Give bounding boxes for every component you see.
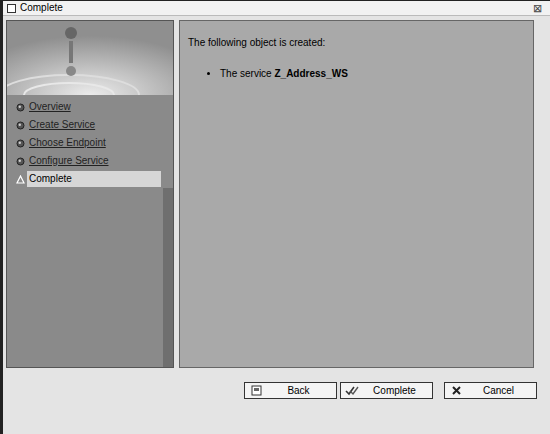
- title-bar: Complete⊠: [3, 1, 550, 16]
- content-heading: The following object is created:: [188, 35, 533, 50]
- wizard-body: Overview Create Service Choose Endpoint Con…: [3, 16, 550, 368]
- created-list: The service Z_Address_WS: [188, 66, 533, 81]
- water-drop-icon: [7, 21, 173, 95]
- step-label: Configure Service: [27, 153, 161, 169]
- step-dot-icon: [13, 157, 27, 166]
- step-list: Overview Create Service Choose Endpoint Con…: [7, 95, 173, 188]
- step-item[interactable]: Overview: [13, 98, 161, 116]
- close-button[interactable]: ⊠: [533, 2, 546, 14]
- button-label: Back: [264, 383, 333, 398]
- step-label: Overview: [27, 99, 161, 115]
- step-label: Choose Endpoint: [27, 135, 161, 151]
- wizard-button[interactable]: Cancel: [444, 382, 537, 399]
- button-label: Complete: [360, 383, 429, 398]
- step-item[interactable]: Choose Endpoint: [13, 134, 161, 152]
- step-item[interactable]: Configure Service: [13, 152, 161, 170]
- window-title: Complete: [20, 2, 533, 14]
- window-icon: [7, 4, 16, 13]
- panel-fill: [7, 188, 173, 367]
- back-icon: [248, 385, 264, 396]
- step-label: Complete: [27, 171, 161, 187]
- step-item[interactable]: Complete: [13, 170, 161, 188]
- button-label: Cancel: [464, 383, 533, 398]
- wizard-button[interactable]: Back: [244, 382, 337, 399]
- step-dot-icon: [13, 121, 27, 130]
- cancel-x-icon: [448, 385, 464, 396]
- step-item[interactable]: Create Service: [13, 116, 161, 134]
- step-dot-icon: [13, 139, 27, 148]
- step-panel: Overview Create Service Choose Endpoint Con…: [6, 20, 174, 368]
- step-label: Create Service: [27, 117, 161, 133]
- header-picture: [7, 21, 173, 95]
- content-panel: The following object is created: The serv…: [179, 20, 534, 368]
- button-bar: Back Complete Cancel: [3, 368, 550, 434]
- wizard-button[interactable]: Complete: [340, 382, 433, 399]
- complete-check-icon: [344, 385, 360, 396]
- step-dot-icon: [13, 103, 27, 112]
- item-prefix: The service: [220, 68, 274, 79]
- item-name: Z_Address_WS: [274, 68, 347, 79]
- current-step-icon: [13, 175, 27, 184]
- created-item: The service Z_Address_WS: [220, 66, 533, 81]
